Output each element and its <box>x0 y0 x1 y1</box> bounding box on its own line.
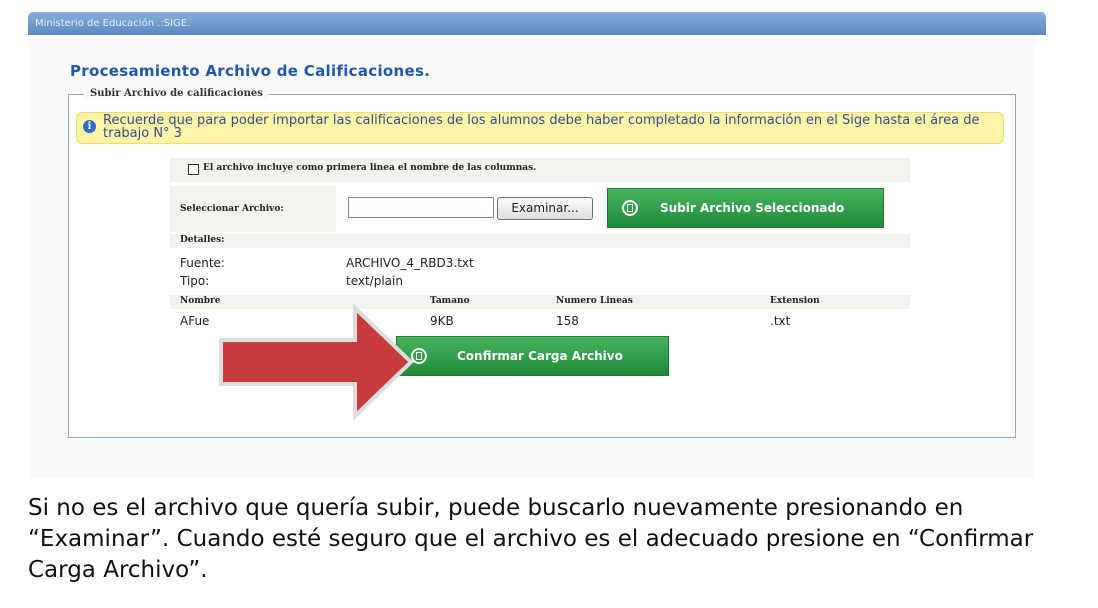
header-checkbox[interactable] <box>188 164 199 175</box>
browse-button[interactable]: Examinar... <box>497 197 593 220</box>
source-label: Fuente: <box>180 256 225 270</box>
cell-size: 9KB <box>430 314 454 328</box>
fieldset-legend: Subir Archivo de calificaciones <box>84 88 269 99</box>
confirm-upload-label: Confirmar Carga Archivo <box>457 349 623 363</box>
info-banner: i Recuerde que para poder importar las c… <box>76 112 1004 144</box>
save-disk-icon <box>622 200 638 216</box>
upload-selected-label: Subir Archivo Seleccionado <box>660 201 845 215</box>
file-path-input[interactable] <box>348 197 494 218</box>
source-value: ARCHIVO_4_RBD3.txt <box>346 256 474 270</box>
info-icon: i <box>83 120 96 133</box>
app-header: Ministerio de Educación .:SIGE. <box>28 12 1046 35</box>
details-row <box>170 234 910 248</box>
column-header-lines: Numero Lineas <box>556 296 633 306</box>
app-title: Ministerio de Educación .:SIGE. <box>35 18 191 29</box>
cell-lines: 158 <box>556 314 579 328</box>
cell-extension: .txt <box>770 314 791 328</box>
type-label: Tipo: <box>180 274 210 288</box>
details-heading: Detalles: <box>180 235 225 245</box>
instruction-paragraph: Si no es el archivo que quería subir, pu… <box>28 495 1034 583</box>
arrow-pointer <box>219 303 414 421</box>
cell-name: AFue <box>180 314 210 328</box>
select-file-label: Seleccionar Archivo: <box>180 204 284 214</box>
upload-selected-button[interactable]: Subir Archivo Seleccionado <box>607 188 884 228</box>
page-title: Procesamiento Archivo de Calificaciones. <box>70 62 431 80</box>
info-text: Recuerde que para poder importar las cal… <box>103 113 980 141</box>
type-value: text/plain <box>346 274 403 288</box>
header-checkbox-label: El archivo incluye como primera linea el… <box>203 163 537 173</box>
column-header-size: Tamano <box>430 296 470 306</box>
column-header-extension: Extension <box>770 296 820 306</box>
confirm-upload-button[interactable]: Confirmar Carga Archivo <box>396 336 669 376</box>
